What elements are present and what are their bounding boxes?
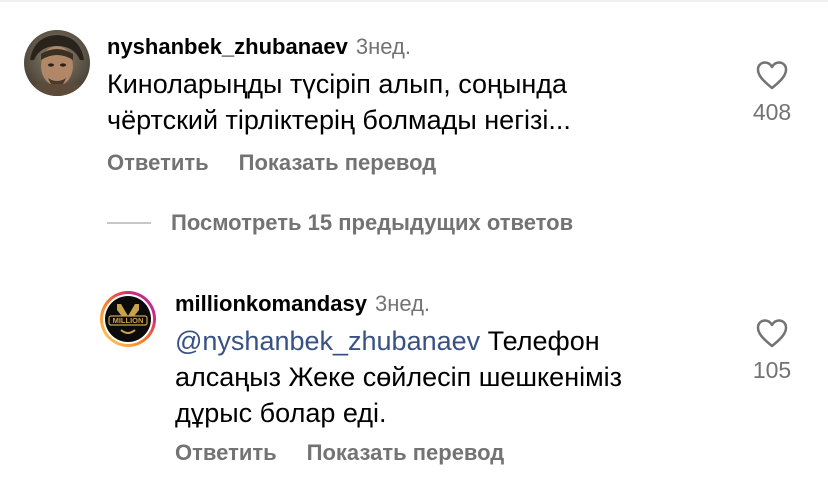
view-replies-label[interactable]: Посмотреть 15 предыдущих ответов: [171, 210, 573, 236]
million-logo-avatar-icon: MILLION: [100, 291, 156, 347]
comment-actions: Ответить Показать перевод: [175, 440, 504, 466]
username[interactable]: nyshanbek_zhubanaev: [107, 34, 348, 59]
avatar-millionkomandasy[interactable]: MILLION: [99, 290, 157, 348]
mention-link[interactable]: @nyshanbek_zhubanaev: [175, 326, 480, 356]
like-group: 408: [727, 60, 817, 126]
username[interactable]: millionkomandasy: [175, 291, 367, 316]
logo-wordmark: MILLION: [113, 316, 144, 325]
heart-icon[interactable]: [756, 60, 788, 90]
comment-actions: Ответить Показать перевод: [107, 150, 436, 176]
comment-header: millionkomandasy 3нед.: [175, 291, 430, 317]
comment-text: Киноларыңды түсіріп алып, соңында чёртск…: [107, 69, 571, 135]
timestamp: 3нед.: [374, 291, 431, 316]
timestamp: 3нед.: [355, 34, 411, 59]
comment-header: nyshanbek_zhubanaev 3нед.: [107, 34, 411, 60]
replies-divider-line: [107, 222, 151, 224]
reply-button[interactable]: Ответить: [107, 150, 209, 175]
comment-text: @nyshanbek_zhubanaev Телефон алсаңыз Жек…: [175, 323, 622, 431]
user-avatar-photo-icon: [24, 30, 90, 96]
like-group: 105: [727, 318, 817, 384]
reply-button[interactable]: Ответить: [175, 440, 277, 465]
like-count: 408: [752, 99, 792, 125]
view-previous-replies[interactable]: Посмотреть 15 предыдущих ответов: [107, 210, 573, 236]
show-translation-button[interactable]: Показать перевод: [239, 150, 437, 175]
heart-icon[interactable]: [756, 318, 788, 348]
like-count: 105: [752, 357, 792, 383]
avatar-nyshanbek[interactable]: [24, 30, 90, 96]
show-translation-button[interactable]: Показать перевод: [307, 440, 505, 465]
top-divider: [0, 0, 828, 2]
